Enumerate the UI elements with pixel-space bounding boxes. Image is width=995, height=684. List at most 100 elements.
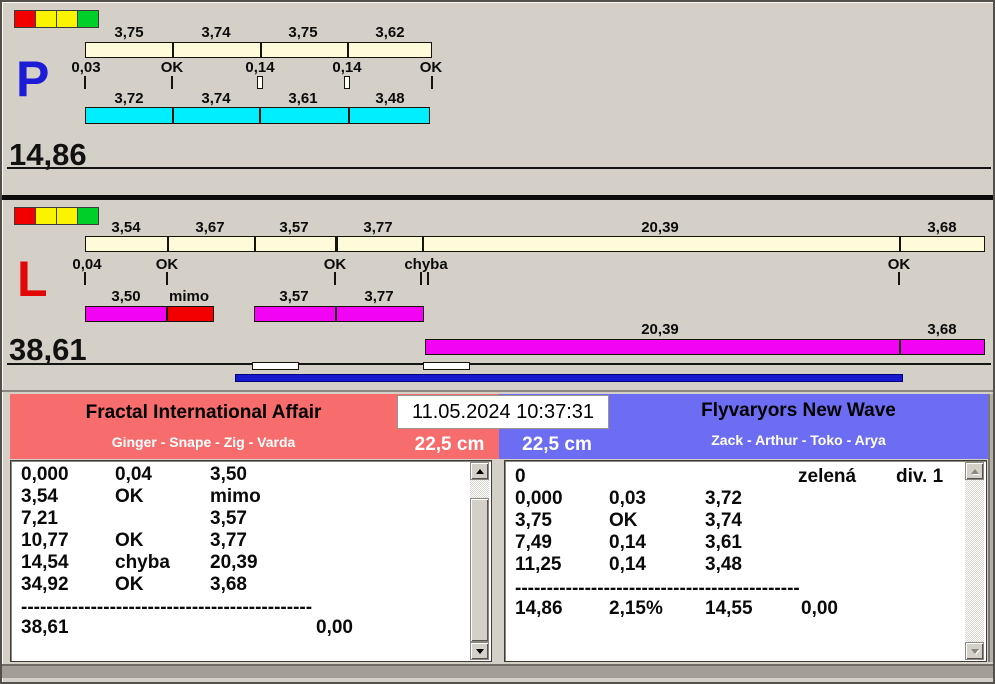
l-measured-bar-left [85,306,214,322]
list-total: 14,55 [705,598,753,619]
status-square-red [14,10,36,28]
list-cell: 3,61 [705,532,742,553]
p-status-label: 0,14 [332,59,362,76]
team-left-distance: 22,5 cm [414,434,485,455]
list-cell: 3,68 [210,574,247,595]
status-squares-p [14,10,99,28]
datetime-box: 11.05.2024 10:37:31 [397,395,609,429]
status-square-yellow [56,207,78,225]
l-measure-label2: 20,39 [641,321,679,338]
list-cell: zelená [798,466,857,487]
scroll-up-button-disabled[interactable] [965,462,984,480]
l-status-label: OK [155,256,179,273]
team-right-name: Flyvaryors New Wave [701,400,896,421]
scrollbar-right-list[interactable] [965,462,984,660]
list-total: 14,86 [515,598,563,619]
p-measure-label: 3,61 [288,90,318,107]
tick-marker-box [344,76,350,89]
l-measured-bar-mid [254,306,424,322]
panel-l-letter: L [17,251,48,307]
status-square-yellow [56,10,78,28]
l-top-label: 3,57 [279,219,309,236]
l-measure-label: 3,57 [279,288,309,305]
list-cell: 3,50 [210,464,247,485]
tick-mark [84,272,86,285]
list-cell: 20,39 [210,552,258,573]
p-status-label: 0,03 [71,59,101,76]
status-square-yellow [35,10,57,28]
list-cell: 0,04 [115,464,152,485]
l-measured-bar-long [425,339,985,355]
tick-mark [898,272,900,285]
l-top-label: 20,39 [641,219,679,236]
l-top-label: 3,54 [111,219,141,236]
p-top-label: 3,62 [375,24,405,41]
arrow-down-icon [970,648,979,654]
list-total: 0,00 [316,617,353,638]
arrow-up-icon [475,468,484,474]
p-top-label: 3,74 [201,24,231,41]
scrollbar-thumb[interactable] [470,498,489,642]
list-cell: OK [115,574,144,595]
tick-mark [166,272,168,285]
p-status-label: OK [419,59,443,76]
l-measure-label2: 3,68 [927,321,957,338]
tick-mark [420,272,422,285]
list-cell: 3,48 [705,554,742,575]
scrollbar-left-list[interactable] [470,462,489,660]
l-reference-bar [85,236,985,252]
list-cell: 0,14 [609,532,646,553]
list-cell: 3,72 [705,488,742,509]
list-separator: ----------------------------------------… [515,578,800,599]
window-frame-bottom [2,664,993,678]
list-total: 38,61 [21,617,69,638]
list-cell: 3,74 [705,510,742,531]
panel-l: 3,54 3,67 3,57 3,77 20,39 3,68 0,04 OK O… [2,200,993,390]
scroll-down-button[interactable] [470,642,489,660]
scroll-down-button-disabled[interactable] [965,642,984,660]
list-separator: ----------------------------------------… [21,597,313,618]
list-total: 2,15% [609,598,663,619]
error-segment-mimo [168,307,213,321]
arrow-down-icon [475,648,484,654]
tick-mark [431,76,433,89]
scroll-up-button[interactable] [470,462,489,480]
scoreboard-section: Fractal International Affair Ginger - Sn… [2,390,993,678]
status-square-red [14,207,36,225]
p-measure-label: 3,72 [114,90,144,107]
l-top-label: 3,77 [363,219,393,236]
marker-notch [423,362,470,370]
panel-p: 3,75 3,74 3,75 3,62 0,03 OK 0,14 0,14 OK… [2,2,993,172]
tick-mark [427,272,429,285]
panel-l-bottom-line [7,363,991,365]
list-cell: 0,14 [609,554,646,575]
progress-bar-blue [235,374,903,382]
tick-marker-box [257,76,263,89]
l-status-label: OK [887,256,911,273]
l-measure-label: mimo [168,288,209,305]
list-cell: 0,000 [515,488,563,509]
l-top-label: 3,68 [927,219,957,236]
tick-mark [84,76,86,89]
tick-mark [334,272,336,285]
p-top-label: 3,75 [288,24,318,41]
team-right-players: Zack - Arthur - Toko - Arya [711,432,886,448]
status-square-yellow [35,207,57,225]
list-cell: OK [115,530,144,551]
list-cell: 7,49 [515,532,552,553]
l-top-label: 3,67 [195,219,225,236]
list-cell: 11,25 [515,554,562,575]
list-cell: OK [609,510,638,531]
list-total: 0,00 [801,598,838,619]
list-cell: 3,54 [21,486,58,507]
list-cell: mimo [210,486,261,507]
list-cell: 34,92 [21,574,69,595]
arrow-up-icon [970,468,979,474]
p-measure-label: 3,48 [375,90,405,107]
p-top-label: 3,75 [114,24,144,41]
list-cell: 3,75 [515,510,552,531]
list-cell: div. 1 [896,466,944,487]
list-cell: 10,77 [21,530,69,551]
list-cell: 3,77 [210,530,247,551]
list-cell: 14,54 [21,552,69,573]
